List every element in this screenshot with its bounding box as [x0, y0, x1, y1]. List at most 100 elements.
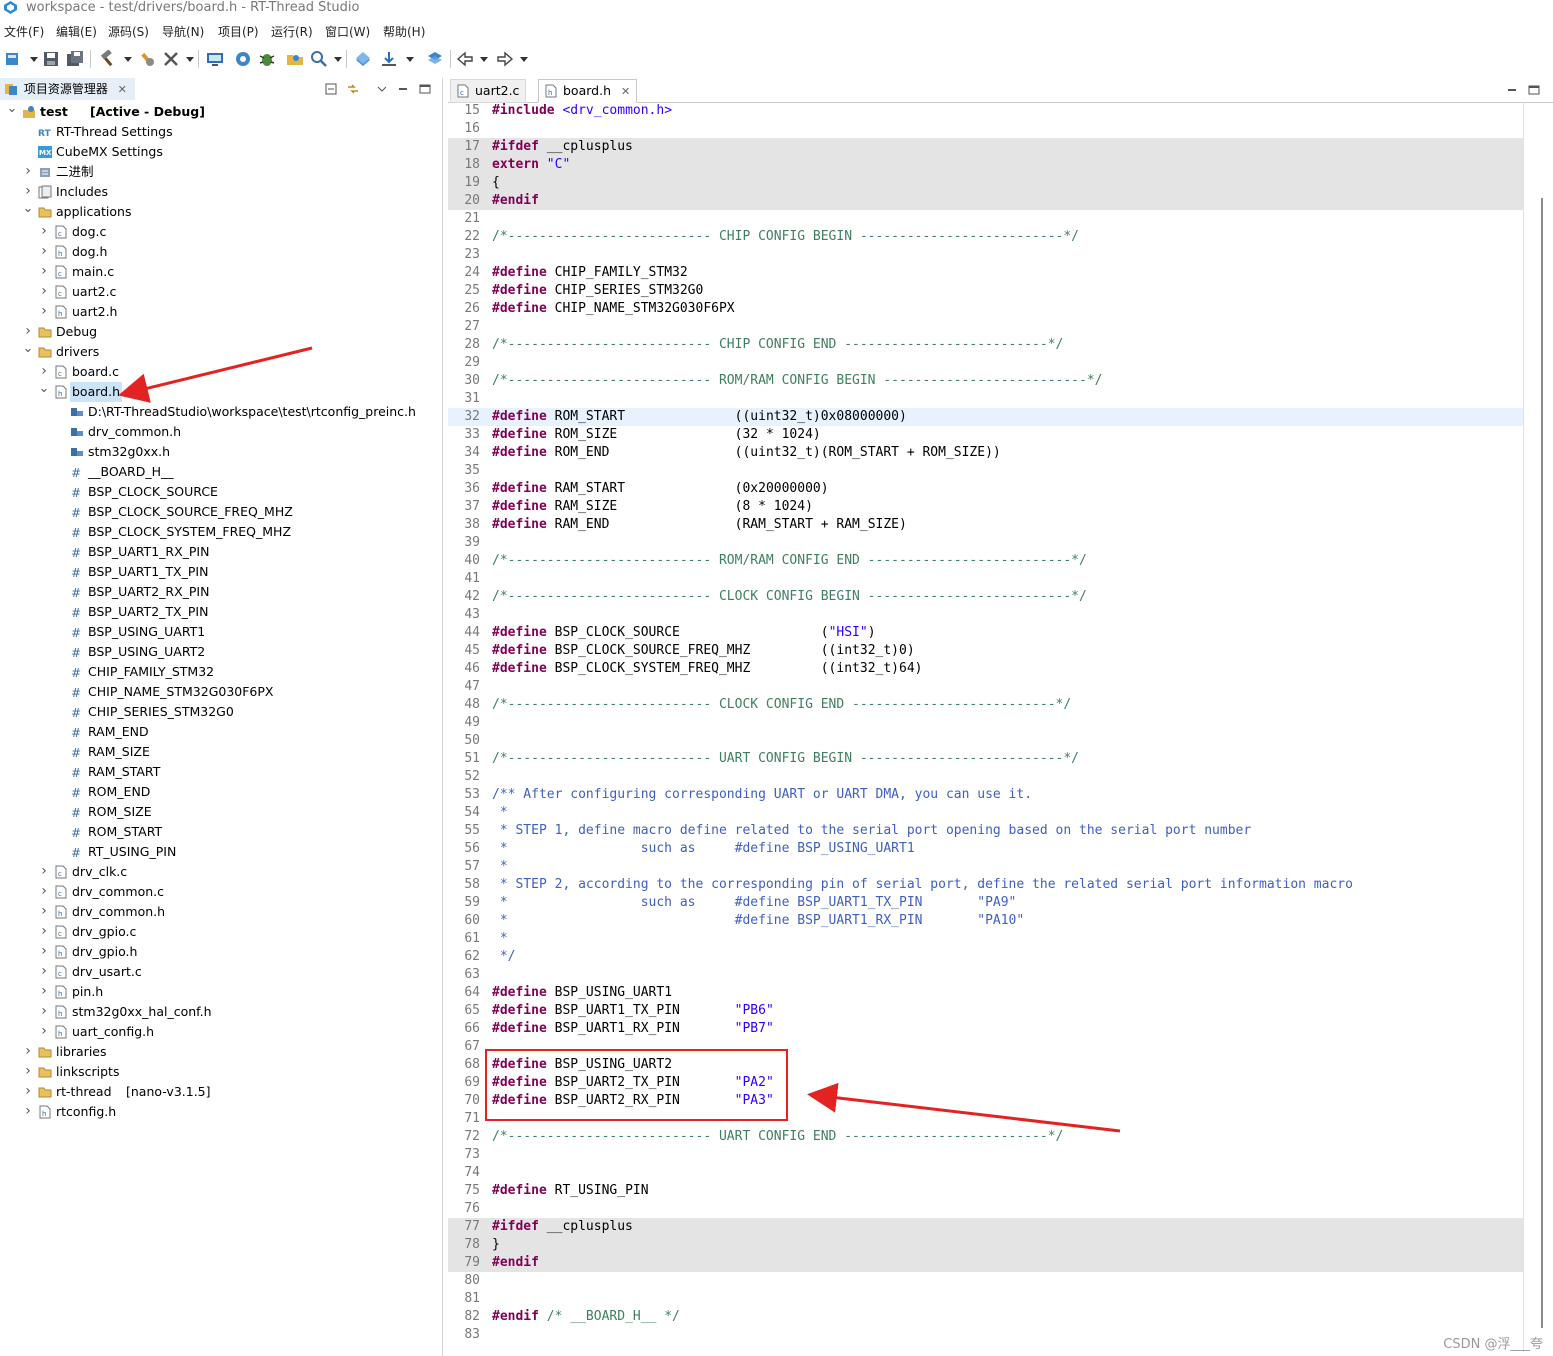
download-arrow-icon[interactable] [380, 50, 398, 68]
chevron-right-icon[interactable]: › [22, 1042, 34, 1062]
chevron-right-icon[interactable]: › [38, 922, 50, 942]
code-line[interactable]: 39 [448, 534, 1523, 552]
code-line[interactable]: 47 [448, 678, 1523, 696]
chevron-right-icon[interactable]: › [38, 1022, 50, 1042]
download-dropdown-icon[interactable] [406, 57, 414, 62]
code-line[interactable]: 63 [448, 966, 1523, 984]
new-icon[interactable] [4, 50, 22, 68]
menu-help[interactable]: 帮助(H) [383, 22, 425, 42]
code-line[interactable]: 62 */ [448, 948, 1523, 966]
code-line[interactable]: 74 [448, 1164, 1523, 1182]
code-line[interactable]: 58 * STEP 2, according to the correspond… [448, 876, 1523, 894]
forward-icon[interactable] [496, 50, 514, 68]
tools-icon[interactable] [162, 50, 180, 68]
tab-uart2-c[interactable]: c uart2.c [450, 79, 527, 103]
code-line[interactable]: 81 [448, 1290, 1523, 1308]
link-editor-icon[interactable] [346, 82, 360, 96]
code-line[interactable]: 44 #define BSP_CLOCK_SOURCE ("HSI") [448, 624, 1523, 642]
code-line[interactable]: 71 [448, 1110, 1523, 1128]
code-line[interactable]: 60 * #define BSP_UART1_RX_PIN "PA10" [448, 912, 1523, 930]
code-line[interactable]: 59 * such as #define BSP_UART1_TX_PIN "P… [448, 894, 1523, 912]
code-line[interactable]: 30 /*-------------------------- ROM/RAM C… [448, 372, 1523, 390]
code-line[interactable]: 32 #define ROM_START ((uint32_t)0x0800000… [448, 408, 1523, 426]
chevron-right-icon[interactable]: › [22, 1082, 34, 1102]
vertical-scrollbar[interactable] [1541, 198, 1543, 1328]
code-line[interactable]: 29 [448, 354, 1523, 372]
code-line[interactable]: 51 /*-------------------------- UART CONF… [448, 750, 1523, 768]
code-line[interactable]: 23 [448, 246, 1523, 264]
chevron-right-icon[interactable]: › [38, 882, 50, 902]
clean-icon[interactable] [138, 50, 156, 68]
chevron-right-icon[interactable]: › [38, 862, 50, 882]
code-line[interactable]: 27 [448, 318, 1523, 336]
maximize-icon[interactable] [418, 82, 432, 96]
code-line[interactable]: 61 * [448, 930, 1523, 948]
code-line[interactable]: 54 * [448, 804, 1523, 822]
code-line[interactable]: 20 #endif [448, 192, 1523, 210]
code-line[interactable]: 31 [448, 390, 1523, 408]
code-line[interactable]: 26 #define CHIP_NAME_STM32G030F6PX [448, 300, 1523, 318]
chevron-right-icon[interactable]: › [38, 942, 50, 962]
settings-icon[interactable] [234, 50, 252, 68]
chevron-right-icon[interactable]: › [38, 302, 50, 322]
minimize-icon[interactable] [1505, 84, 1519, 96]
chevron-right-icon[interactable]: › [22, 1102, 34, 1122]
code-line[interactable]: 72 /*-------------------------- UART CONF… [448, 1128, 1523, 1146]
chevron-right-icon[interactable]: › [38, 362, 50, 382]
code-line[interactable]: 45 #define BSP_CLOCK_SOURCE_FREQ_MHZ ((in… [448, 642, 1523, 660]
code-line[interactable]: 75 #define RT_USING_PIN [448, 1182, 1523, 1200]
code-line[interactable]: 64 #define BSP_USING_UART1 [448, 984, 1523, 1002]
search-dropdown-icon[interactable] [334, 57, 342, 62]
code-line[interactable]: 65 #define BSP_UART1_TX_PIN "PB6" [448, 1002, 1523, 1020]
code-line[interactable]: 70 #define BSP_UART2_RX_PIN "PA3" [448, 1092, 1523, 1110]
code-line[interactable]: 55 * STEP 1, define macro define related… [448, 822, 1523, 840]
chevron-right-icon[interactable]: › [22, 322, 34, 342]
code-line[interactable]: 24 #define CHIP_FAMILY_STM32 [448, 264, 1523, 282]
save-icon[interactable] [42, 50, 60, 68]
code-line[interactable]: 16 [448, 120, 1523, 138]
layers-icon[interactable] [426, 50, 444, 68]
chevron-right-icon[interactable]: › [38, 962, 50, 982]
code-line[interactable]: 80 [448, 1272, 1523, 1290]
code-line[interactable]: 69 #define BSP_UART2_TX_PIN "PA2" [448, 1074, 1523, 1092]
code-line[interactable]: 46 #define BSP_CLOCK_SYSTEM_FREQ_MHZ ((in… [448, 660, 1523, 678]
chevron-right-icon[interactable]: › [22, 1062, 34, 1082]
chevron-right-icon[interactable]: › [38, 1002, 50, 1022]
code-line[interactable]: 57 * [448, 858, 1523, 876]
code-line[interactable]: 15 #include <drv_common.h> [448, 102, 1523, 120]
code-area[interactable]: 15 #include <drv_common.h> 16 17 #ifdef __cp… [448, 102, 1523, 1352]
code-line[interactable]: 49 [448, 714, 1523, 732]
menu-source[interactable]: 源码(S) [108, 22, 149, 42]
download-icon[interactable] [206, 50, 224, 68]
new-dropdown-icon[interactable] [30, 57, 38, 62]
maximize-icon[interactable] [1527, 84, 1541, 96]
code-line[interactable]: 35 [448, 462, 1523, 480]
tools-dropdown-icon[interactable] [186, 57, 194, 62]
code-line[interactable]: 50 [448, 732, 1523, 750]
code-line[interactable]: 17 #ifdef __cplusplus [448, 138, 1523, 156]
code-line[interactable]: 79 #endif [448, 1254, 1523, 1272]
build-icon[interactable] [98, 50, 116, 68]
chevron-down-icon[interactable]: ⌄ [6, 102, 18, 122]
code-line[interactable]: 77 #ifdef __cplusplus [448, 1218, 1523, 1236]
view-menu-icon[interactable] [375, 82, 389, 96]
open-folder-icon[interactable] [286, 50, 304, 68]
back-dropdown-icon[interactable] [480, 57, 488, 62]
code-line[interactable]: 67 [448, 1038, 1523, 1056]
chevron-right-icon[interactable]: › [38, 242, 50, 262]
menu-window[interactable]: 窗口(W) [325, 22, 370, 42]
menu-file[interactable]: 文件(F) [4, 22, 44, 42]
code-line[interactable]: 21 [448, 210, 1523, 228]
collapse-all-icon[interactable] [324, 82, 338, 96]
code-line[interactable]: 78} [448, 1236, 1523, 1254]
chevron-right-icon[interactable]: › [22, 162, 34, 182]
chevron-down-icon[interactable]: ⌄ [22, 202, 34, 222]
chevron-down-icon[interactable]: ⌄ [22, 342, 34, 362]
code-line[interactable]: 83 [448, 1326, 1523, 1344]
minimize-icon[interactable] [396, 82, 410, 96]
chevron-right-icon[interactable]: › [22, 182, 34, 202]
code-line[interactable]: 42 /*-------------------------- CLOCK CON… [448, 588, 1523, 606]
code-line[interactable]: 22 /*-------------------------- CHIP CONF… [448, 228, 1523, 246]
code-line[interactable]: 41 [448, 570, 1523, 588]
code-line[interactable]: 28 /*-------------------------- CHIP CONF… [448, 336, 1523, 354]
